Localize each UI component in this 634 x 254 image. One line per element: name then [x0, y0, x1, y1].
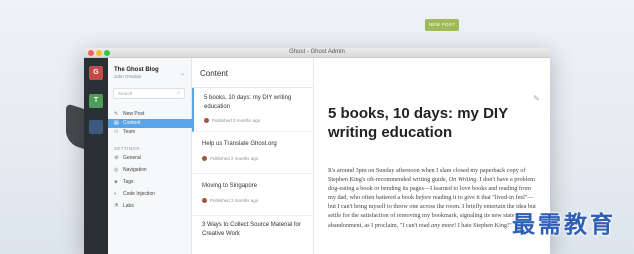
preview-title: 5 books, 10 days: my DIY writing educati…	[328, 105, 508, 141]
search-icon: ⌕	[177, 90, 180, 96]
post-list-item[interactable]: 5 books, 10 days: my DIY writing educati…	[192, 88, 314, 132]
post-list-item[interactable]: Help us Translate Ghost.org Published 2 …	[192, 132, 314, 174]
body-emphasis: On Writing.	[448, 176, 478, 184]
avatar	[202, 156, 207, 162]
avatar	[204, 118, 209, 124]
code-icon: ◐	[114, 191, 118, 197]
post-meta-text: Published 2 months ago	[210, 198, 259, 203]
pencil-icon: ✎	[114, 111, 119, 117]
post-meta: Published 2 months ago	[202, 198, 259, 204]
labs-icon: ⚗	[114, 203, 119, 209]
post-meta: Published 2 months ago	[202, 156, 259, 162]
sidebar-item-tags[interactable]: ◈ Tags	[108, 178, 192, 187]
body-emphasis: any more	[431, 221, 455, 229]
sidebar-item-content[interactable]: ▤ Content	[108, 119, 192, 128]
post-meta-text: Published 2 months ago	[210, 156, 259, 161]
team-icon: ⚇	[114, 129, 119, 135]
chevron-down-icon[interactable]: ⌄	[180, 70, 185, 77]
blog-switcher-item-1[interactable]: G	[89, 66, 103, 80]
gear-icon: ⚙	[114, 155, 119, 161]
body-emphasis: before	[415, 194, 432, 202]
search-input[interactable]: Search ⌕	[113, 88, 185, 99]
sidebar-item-code-injection[interactable]: ◐ Code Injection	[108, 190, 192, 199]
sidebar-item-label: Tags	[123, 179, 134, 185]
body-text: ! I hate Stephen King!"	[454, 221, 512, 229]
post-list-item[interactable]: 3 Ways to Collect Source Material for Cr…	[192, 216, 314, 254]
blog-switcher-item-2[interactable]: T	[89, 94, 103, 108]
blog-user: John O'Nolan	[114, 74, 142, 79]
sidebar-item-label: Content	[123, 120, 141, 126]
sidebar: The Ghost Blog John O'Nolan ⌄ Search ⌕ ✎…	[108, 58, 192, 254]
settings-heading: SETTINGS	[114, 146, 140, 151]
app-window: Ghost - Ghost Admin G T The Ghost Blog J…	[84, 48, 550, 254]
navigation-icon: ◎	[114, 167, 119, 173]
sidebar-item-label: General	[123, 155, 141, 161]
post-list: Content 5 books, 10 days: my DIY writing…	[192, 58, 314, 254]
blog-switcher-rail: G T	[84, 58, 108, 254]
edit-icon[interactable]: ✎	[533, 94, 540, 103]
sidebar-item-labs[interactable]: ⚗ Labs	[108, 202, 192, 211]
sidebar-item-label: Navigation	[123, 167, 147, 173]
avatar	[202, 198, 207, 204]
sidebar-item-label: Team	[123, 129, 136, 135]
sidebar-item-label: Code Injection	[123, 191, 155, 197]
sidebar-item-label: Labs	[123, 203, 134, 209]
content-title: Content	[200, 69, 229, 78]
sidebar-item-general[interactable]: ⚙ General	[108, 154, 192, 163]
post-title: Help us Translate Ghost.org	[202, 141, 277, 147]
post-title: 5 books, 10 days: my DIY writing educati…	[204, 95, 292, 110]
post-meta-text: Published 2 months ago	[212, 118, 261, 123]
sidebar-item-label: New Post	[123, 111, 145, 117]
sidebar-item-navigation[interactable]: ◎ Navigation	[108, 166, 192, 175]
sidebar-item-team[interactable]: ⚇ Team	[108, 128, 192, 137]
post-meta: Published 2 months ago	[204, 118, 261, 124]
watermark: 最需教育	[512, 211, 616, 237]
post-title: Moving to Singapore	[202, 183, 258, 189]
blog-title[interactable]: The Ghost Blog	[114, 67, 159, 73]
content-header: Content	[192, 58, 314, 88]
sidebar-item-new-post[interactable]: ✎ New Post	[108, 110, 192, 119]
post-list-item[interactable]: Moving to Singapore Published 2 months a…	[192, 174, 314, 216]
tag-icon: ◈	[114, 179, 118, 185]
post-title: 3 Ways to Collect Source Material for Cr…	[202, 222, 301, 237]
new-post-button[interactable]: NEW POST	[425, 19, 459, 31]
blog-switcher-item-3[interactable]	[89, 120, 103, 134]
preview-body: It's around 3pm on Sunday afternoon when…	[328, 166, 540, 230]
title-bar: Ghost - Ghost Admin	[84, 48, 550, 58]
window-title: Ghost - Ghost Admin	[289, 49, 345, 55]
search-placeholder: Search	[118, 91, 133, 96]
content-icon: ▤	[114, 120, 119, 126]
